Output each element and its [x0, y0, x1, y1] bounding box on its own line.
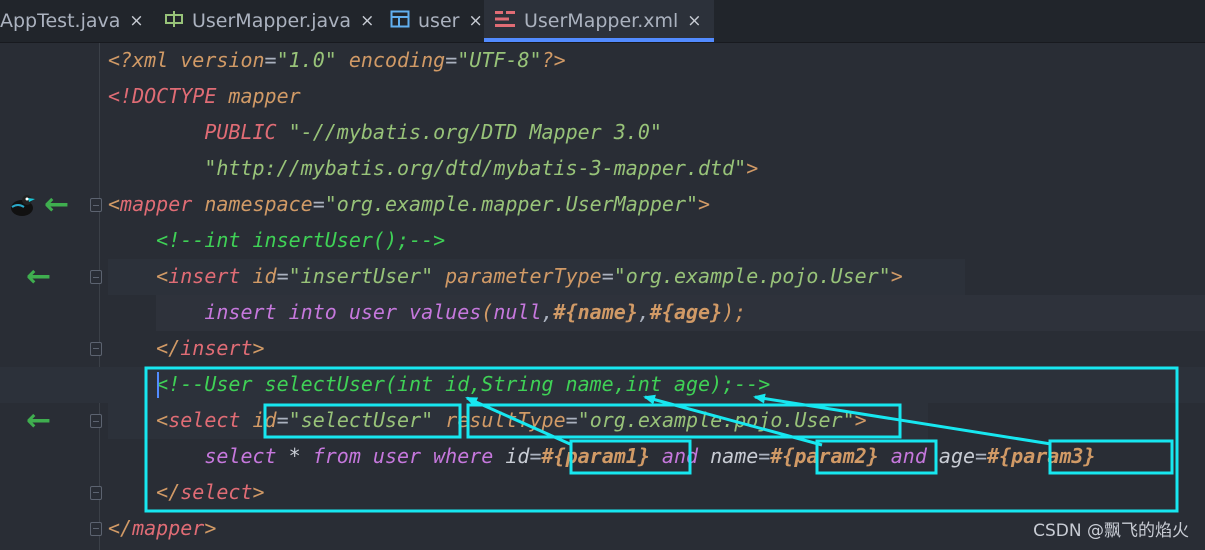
annotation-box-id	[263, 403, 462, 439]
annotation-box-param3	[1048, 439, 1174, 475]
editor-window: AppTest.java × UserMapper.java × user × …	[0, 0, 1205, 550]
annotation-box-param1	[569, 439, 692, 475]
annotation-overlay	[144, 366, 1179, 513]
annotation-box-param2	[815, 439, 938, 475]
csdn-watermark: CSDN @飘飞的焰火	[1033, 521, 1189, 541]
